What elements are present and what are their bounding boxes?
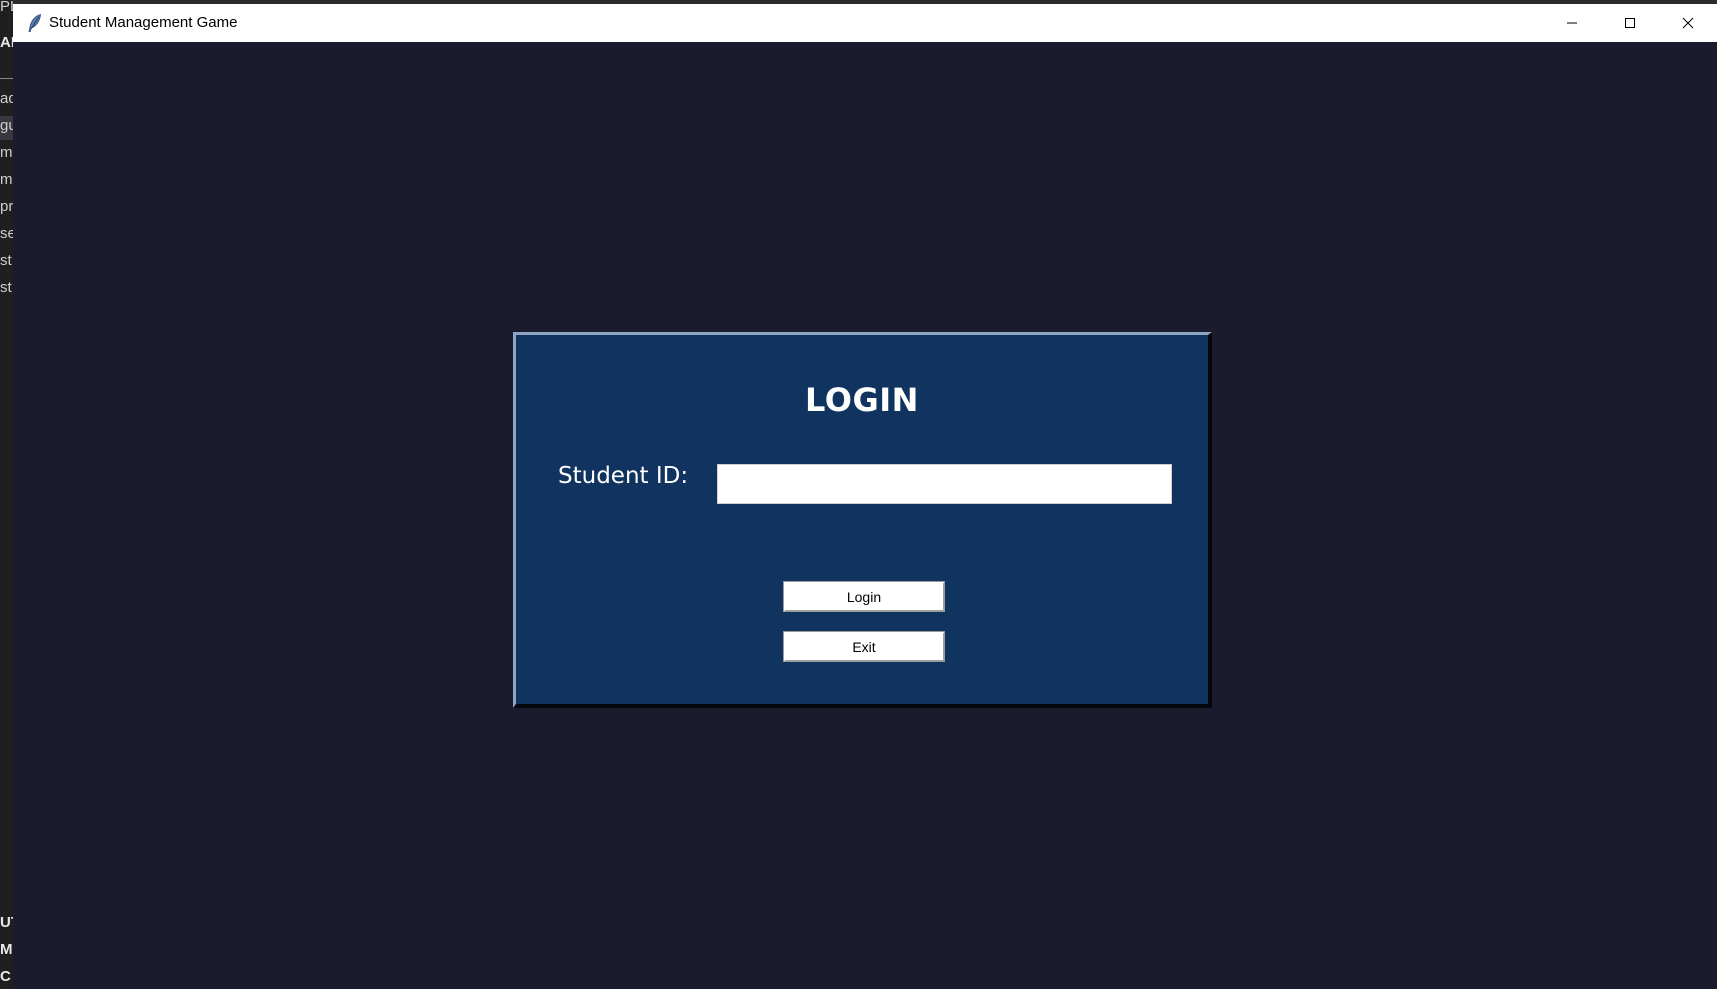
login-heading: LOGIN [805,381,919,419]
window-title: Student Management Game [49,14,238,31]
app-window: Student Management Game LOGIN Student ID… [13,4,1717,989]
maximize-button[interactable] [1601,4,1659,42]
background-text-fragment: ad [0,90,13,107]
exit-button[interactable]: Exit [783,631,945,662]
background-text-fragment: UT [0,914,13,931]
minimize-button[interactable] [1543,4,1601,42]
feather-icon [25,13,45,33]
title-bar[interactable]: Student Management Game [13,4,1717,43]
login-button[interactable]: Login [783,581,945,612]
minimize-icon [1566,17,1578,29]
login-panel: LOGIN Student ID: Login Exit [513,332,1212,708]
window-client-area: LOGIN Student ID: Login Exit [13,42,1717,989]
close-button[interactable] [1659,4,1717,42]
background-divider [0,78,13,79]
close-icon [1682,17,1694,29]
background-text-fragment: st [0,252,12,269]
background-text-fragment: st [0,279,12,296]
maximize-icon [1624,17,1636,29]
background-text-fragment: pr [0,198,13,215]
background-text-fragment: C [0,968,11,985]
background-text-fragment: PL [0,0,13,15]
background-text-fragment: m [0,171,13,188]
background-text-fragment: m [0,144,13,161]
background-app-sidebar: PL AR ad gu m m pr se st st UT ME C [0,0,13,989]
background-text-fragment: AR [0,34,13,51]
background-text-fragment: gu [0,117,13,134]
student-id-label: Student ID: [558,463,689,489]
background-text-fragment: se [0,225,13,242]
background-text-fragment: ME [0,941,13,958]
student-id-input[interactable] [717,464,1172,504]
